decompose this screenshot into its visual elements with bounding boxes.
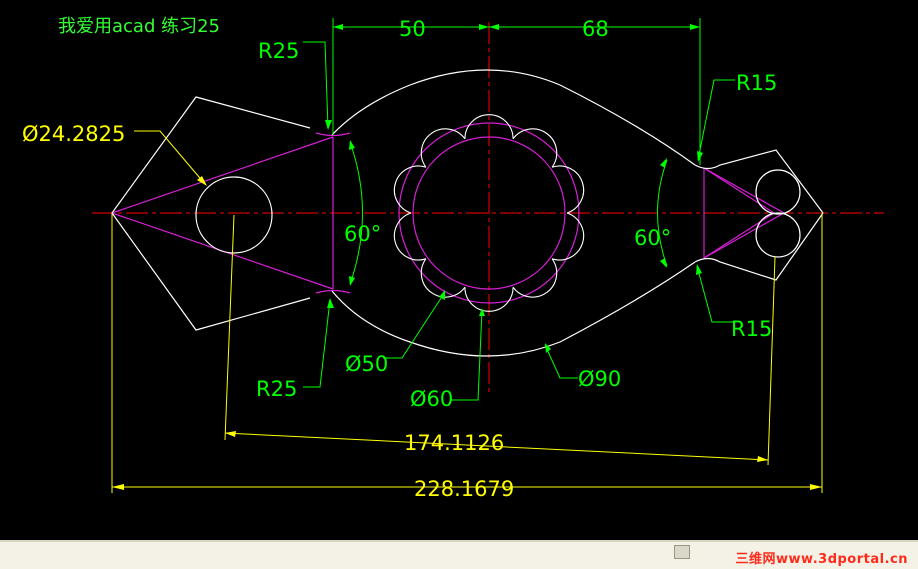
scallop-arc	[420, 258, 466, 298]
angle-right-label: 60°	[634, 226, 671, 250]
dim-r15-top-label: R15	[736, 71, 777, 95]
scallop-arc	[420, 128, 466, 168]
ext-line-hole-left	[224, 214, 235, 441]
leader-r25-top	[303, 41, 329, 129]
scallop-arc	[512, 128, 558, 168]
green-dimensions	[303, 18, 735, 401]
dim-174-label: 174.1126	[404, 431, 504, 455]
dim-r15-bottom-label: R15	[731, 317, 772, 341]
dim-r25-top-label: R25	[258, 39, 299, 63]
dim-r25-bottom-label: R25	[256, 377, 297, 401]
leader-r15-top	[697, 79, 735, 161]
yellow-dimension-labels: Ø24.2825 174.1126 228.1679	[22, 122, 514, 501]
construction-line-upper	[111, 136, 334, 214]
dim-228-label: 228.1679	[414, 477, 514, 501]
outline-top-arc	[331, 69, 696, 166]
scrollbar-thumb[interactable]	[674, 545, 690, 559]
angle-left-label: 60°	[344, 222, 381, 246]
dim-dia90-label: Ø90	[578, 367, 621, 391]
leader-dia24	[134, 130, 206, 185]
green-dimension-labels: 50 68 R25 R25 R15 R15 60° 60° Ø50 Ø60 Ø9…	[256, 17, 777, 411]
dim-dia60-label: Ø60	[410, 387, 453, 411]
leader-r15-bottom	[696, 265, 735, 323]
construction-line-right-upper	[703, 167, 785, 214]
construction-line-right-lower	[703, 212, 785, 259]
right-hole-upper	[755, 169, 801, 215]
outline-bottom-arc	[331, 261, 696, 357]
status-bar: 三维网www.3dportal.cn	[0, 540, 918, 569]
leader-dia90	[544, 344, 578, 379]
cad-drawing-canvas[interactable]: 我爱用acad 练习25 50 68 R25 R25 R15 R15 60° 6…	[0, 0, 918, 540]
right-hole-lower	[755, 212, 801, 258]
ext-line-hole-right	[767, 256, 776, 466]
dim-68-label: 68	[582, 17, 609, 41]
leader-dia50	[383, 291, 446, 359]
scallop-arc	[512, 258, 558, 298]
drawing-title: 我爱用acad 练习25	[58, 16, 220, 37]
dim-dia50-label: Ø50	[345, 352, 388, 376]
watermark-text: 三维网www.3dportal.cn	[735, 552, 908, 567]
dim-dia24-label: Ø24.2825	[22, 122, 125, 146]
green-arrowheads	[325, 24, 703, 353]
dim-50-label: 50	[399, 17, 426, 41]
leader-r25-bottom	[303, 299, 331, 388]
